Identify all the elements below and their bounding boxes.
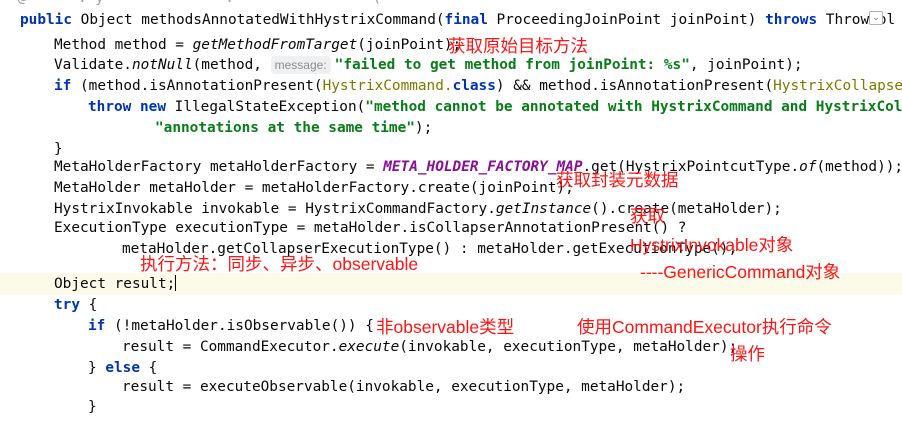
code-line-6: "annotations at the same time"); (155, 120, 433, 136)
code-line-8: MetaHolderFactory metaHolderFactory = ME… (54, 159, 902, 175)
code-line-4: if (method.isAnnotationPresent(HystrixCo… (54, 78, 902, 94)
code-line-18: result = executeObservable(invokable, ex… (122, 379, 686, 395)
code-line-1: public Object methodsAnnotatedWithHystri… (20, 12, 896, 28)
code-line-14: try { (54, 297, 98, 313)
annotation-original-method: 获取原始目标方法 (448, 36, 588, 56)
param-hint: message: (270, 56, 331, 74)
code-line-15: if (!metaHolder.isObservable()) { (88, 318, 374, 334)
text-caret (175, 275, 177, 291)
annotation-generic-command: ----GenericCommand对象 (640, 262, 841, 282)
code-line-5: throw new IllegalStateException("method … (88, 99, 902, 115)
code-line-19: } (88, 399, 97, 415)
annotation-operation: 操作 (730, 344, 765, 364)
code-line-3: Validate.notNull(method, message: "failed… (54, 56, 803, 74)
annotation-invokable-1: 获取 (630, 206, 665, 226)
code-line-11: ExecutionType executionType = metaHolder… (54, 220, 687, 236)
code-line-9: MetaHolder metaHolder = metaHolderFactor… (54, 180, 574, 196)
annotation-command-executor: 使用CommandExecutor执行命令 (577, 317, 832, 337)
code-editor[interactable]: @ . y . ( public Object methodsAnnotated… (0, 0, 902, 439)
code-line-13: Object result; (54, 275, 177, 292)
annotation-metaholder: 获取封装元数据 (556, 170, 679, 190)
annotation-execute: 执行方法：同步、异步、observable (140, 254, 419, 274)
code-line-16: result = CommandExecutor.execute(invokab… (122, 339, 738, 355)
annotation-invokable-2: HystrixInvokable对象 (630, 235, 794, 255)
code-line-2: Method method = getMethodFromTarget(join… (54, 37, 462, 53)
fold-toggle-icon[interactable]: ⌄ (869, 11, 883, 25)
annotation-non-observable: 非observable类型 (376, 317, 515, 337)
